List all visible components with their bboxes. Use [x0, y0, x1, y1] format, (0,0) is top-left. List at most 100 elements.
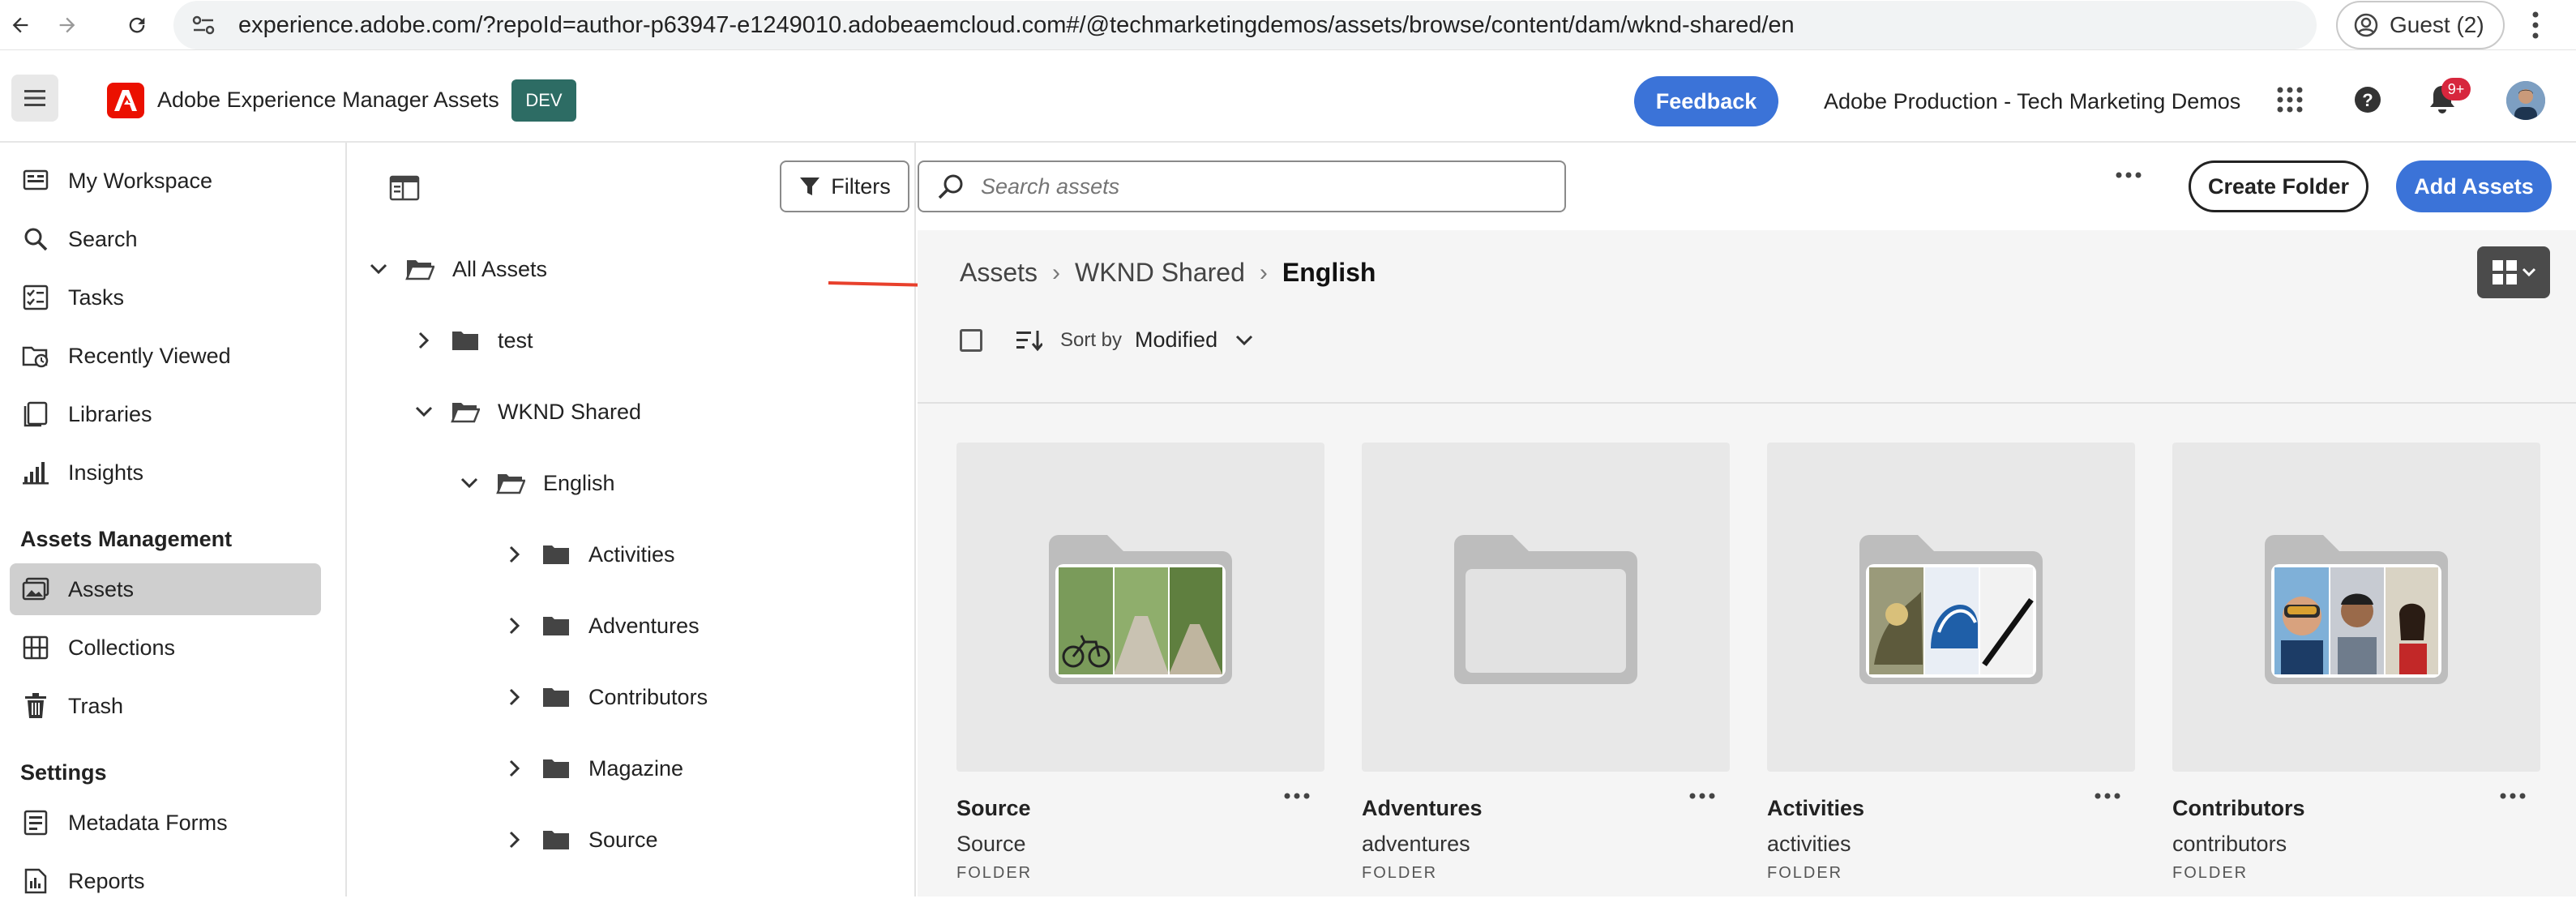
forward-icon[interactable] — [50, 8, 84, 42]
asset-card-adventures[interactable]: Adventures adventures FOLDER — [1362, 443, 1730, 882]
insights-icon — [21, 458, 50, 487]
url-text[interactable]: experience.adobe.com/?repoId=author-p639… — [238, 12, 1795, 39]
tree-item-label: WKND Shared — [498, 399, 642, 424]
tree-item-test[interactable]: test — [415, 316, 533, 365]
address-bar[interactable]: experience.adobe.com/?repoId=author-p639… — [173, 1, 2317, 49]
sidebar-item-metadata-forms[interactable]: Metadata Forms — [10, 797, 321, 849]
sidebar: My Workspace Search Tasks Recently Viewe… — [0, 143, 347, 896]
chevron-down-icon[interactable] — [460, 474, 478, 492]
more-actions-icon[interactable] — [2116, 172, 2142, 178]
card-title[interactable]: Adventures — [1362, 796, 1483, 821]
reports-icon — [21, 866, 50, 896]
folder-thumbnail-icon — [1859, 535, 2043, 684]
grid-view-icon — [2493, 260, 2517, 285]
hamburger-menu-button[interactable] — [11, 75, 58, 122]
app-switcher-icon[interactable] — [2276, 86, 2304, 113]
select-all-checkbox[interactable] — [960, 328, 982, 352]
help-icon[interactable]: ? — [2354, 86, 2381, 113]
sidebar-item-my-workspace[interactable]: My Workspace — [10, 155, 321, 207]
card-thumbnail[interactable] — [2172, 443, 2540, 772]
adobe-logo[interactable] — [107, 83, 144, 118]
assets-icon — [21, 575, 50, 604]
card-title[interactable]: Source — [956, 796, 1031, 821]
tree-item-contributors[interactable]: Contributors — [506, 673, 708, 721]
sidebar-item-label: Recently Viewed — [68, 343, 231, 368]
card-subtitle: adventures — [1362, 832, 1470, 856]
browser-menu-icon[interactable] — [2531, 10, 2540, 41]
view-switcher-button[interactable] — [2477, 246, 2550, 298]
chevron-right-icon[interactable] — [506, 617, 524, 635]
more-actions-icon[interactable] — [2500, 793, 2526, 799]
add-assets-button[interactable]: Add Assets — [2396, 160, 2552, 212]
workspace-icon — [21, 166, 50, 195]
card-title[interactable]: Contributors — [2172, 796, 2304, 821]
chevron-down-icon — [2522, 267, 2536, 277]
chevron-right-icon[interactable] — [506, 759, 524, 777]
more-actions-icon[interactable] — [1689, 793, 1715, 799]
card-subtitle: contributors — [2172, 832, 2287, 856]
app-title: Adobe Experience Manager Assets — [157, 88, 499, 112]
sidebar-item-assets[interactable]: Assets — [10, 563, 321, 615]
card-type: FOLDER — [1767, 864, 1843, 882]
org-switcher[interactable]: Adobe Production - Tech Marketing Demos — [1824, 89, 2240, 114]
profile-button[interactable]: Guest (2) — [2336, 1, 2505, 49]
reload-icon[interactable] — [120, 8, 154, 42]
sidebar-item-reports[interactable]: Reports — [10, 855, 321, 907]
more-actions-icon[interactable] — [2095, 793, 2120, 799]
chevron-right-icon[interactable] — [506, 831, 524, 849]
tree-item-english[interactable]: English — [460, 459, 615, 507]
toggle-panel-icon[interactable] — [389, 175, 420, 201]
tree-item-magazine[interactable]: Magazine — [506, 744, 683, 793]
card-thumbnail[interactable] — [956, 443, 1324, 772]
more-actions-icon[interactable] — [1284, 793, 1310, 799]
sidebar-item-label: Trash — [68, 693, 124, 718]
sidebar-item-insights[interactable]: Insights — [10, 447, 321, 498]
chevron-down-icon[interactable] — [415, 403, 433, 421]
back-icon[interactable] — [3, 8, 37, 42]
tree-item-source[interactable]: Source — [506, 815, 658, 864]
create-folder-button[interactable]: Create Folder — [2189, 160, 2368, 212]
feedback-button[interactable]: Feedback — [1634, 76, 1778, 126]
breadcrumb-item-wknd-shared[interactable]: WKND Shared — [1075, 258, 1245, 288]
chevron-right-icon[interactable] — [506, 688, 524, 706]
sidebar-item-search[interactable]: Search — [10, 213, 321, 265]
sort-by-dropdown[interactable]: Modified — [1135, 327, 1217, 353]
avatar[interactable] — [2506, 81, 2545, 120]
tree-item-activities[interactable]: Activities — [506, 530, 675, 579]
card-subtitle: activities — [1767, 832, 1851, 856]
sidebar-item-collections[interactable]: Collections — [10, 622, 321, 674]
breadcrumb-item-assets[interactable]: Assets — [960, 258, 1038, 288]
chevron-down-icon[interactable] — [370, 260, 387, 278]
sidebar-item-tasks[interactable]: Tasks — [10, 272, 321, 323]
chevron-right-icon[interactable] — [415, 332, 433, 349]
card-thumbnail[interactable] — [1362, 443, 1730, 772]
search-input[interactable] — [981, 173, 1532, 199]
notification-badge: 9+ — [2441, 78, 2471, 101]
card-title[interactable]: Activities — [1767, 796, 1864, 821]
tree-item-adventures[interactable]: Adventures — [506, 601, 700, 650]
site-info-icon[interactable] — [191, 14, 216, 36]
tree-item-label: All Assets — [452, 256, 548, 281]
search-field[interactable] — [918, 160, 1566, 212]
tree-item-all-assets[interactable]: All Assets — [370, 245, 547, 293]
filters-button[interactable]: Filters — [780, 160, 909, 212]
tree-item-wknd-shared[interactable]: WKND Shared — [415, 387, 641, 436]
folder-icon — [451, 329, 480, 352]
sidebar-item-label: Libraries — [68, 401, 152, 426]
asset-card-activities[interactable]: Activities activities FOLDER — [1767, 443, 2135, 882]
environment-badge: DEV — [511, 79, 576, 122]
folder-open-icon — [496, 472, 525, 494]
chevron-down-icon[interactable] — [1235, 335, 1253, 346]
sidebar-item-recently-viewed[interactable]: Recently Viewed — [10, 330, 321, 382]
filters-label: Filters — [831, 173, 891, 199]
search-icon — [938, 174, 963, 199]
sidebar-item-libraries[interactable]: Libraries — [10, 388, 321, 440]
chevron-right-icon[interactable] — [506, 545, 524, 563]
sort-order-icon[interactable] — [1016, 329, 1042, 352]
card-thumbnail[interactable] — [1767, 443, 2135, 772]
asset-card-source[interactable]: Source Source FOLDER — [956, 443, 1324, 882]
sidebar-item-trash[interactable]: Trash — [10, 680, 321, 732]
sort-by-label: Sort by — [1060, 328, 1123, 351]
asset-card-contributors[interactable]: Contributors contributors FOLDER — [2172, 443, 2540, 882]
folder-icon — [541, 686, 571, 708]
